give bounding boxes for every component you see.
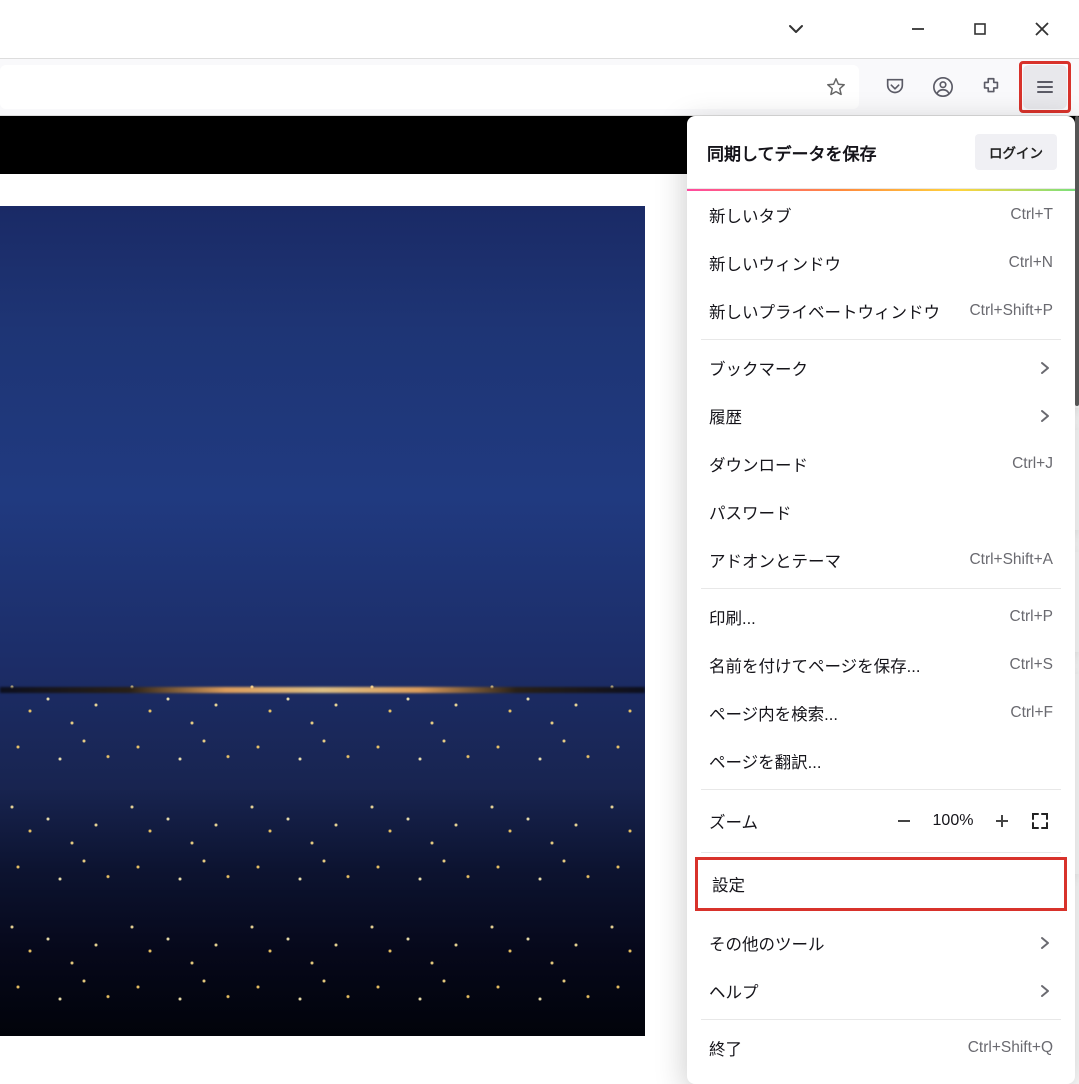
menu-shortcut: Ctrl+T — [1010, 206, 1053, 224]
menu-label: 終了 — [709, 1036, 742, 1060]
extensions-icon[interactable] — [969, 65, 1013, 109]
zoom-in-button[interactable] — [985, 804, 1019, 838]
account-icon[interactable] — [921, 65, 965, 109]
chevron-right-icon — [1037, 360, 1053, 376]
menu-label: パスワード — [709, 500, 792, 524]
menu-downloads[interactable]: ダウンロード Ctrl+J — [687, 440, 1075, 488]
menu-label: ヘルプ — [709, 979, 759, 1003]
menu-separator — [701, 852, 1061, 853]
app-menu-button[interactable] — [1023, 65, 1067, 109]
menu-label: その他のツール — [709, 931, 825, 955]
pocket-icon[interactable] — [873, 65, 917, 109]
menu-separator — [701, 339, 1061, 340]
tabs-dropdown-icon[interactable] — [765, 0, 827, 58]
menu-label: ダウンロード — [709, 452, 808, 476]
zoom-row: ズーム 100% — [687, 794, 1075, 848]
window-titlebar — [0, 0, 1079, 58]
sync-row[interactable]: 同期してデータを保存 ログイン — [687, 116, 1075, 189]
menu-label: 新しいウィンドウ — [709, 251, 841, 275]
sync-label: 同期してデータを保存 — [707, 140, 877, 165]
hamburger-highlight — [1019, 61, 1071, 113]
chevron-right-icon — [1037, 408, 1053, 424]
menu-history[interactable]: 履歴 — [687, 392, 1075, 440]
chevron-right-icon — [1037, 983, 1053, 999]
menu-shortcut: Ctrl+S — [1010, 656, 1054, 674]
menu-exit[interactable]: 終了 Ctrl+Shift+Q — [687, 1024, 1075, 1072]
menu-shortcut: Ctrl+Shift+Q — [968, 1039, 1053, 1057]
menu-label: 新しいプライベートウィンドウ — [709, 299, 940, 323]
menu-shortcut: Ctrl+J — [1012, 455, 1053, 473]
menu-new-private-window[interactable]: 新しいプライベートウィンドウ Ctrl+Shift+P — [687, 287, 1075, 335]
menu-shortcut: Ctrl+N — [1009, 254, 1053, 272]
menu-more-tools[interactable]: その他のツール — [687, 919, 1075, 967]
menu-shortcut: Ctrl+F — [1010, 704, 1053, 722]
app-menu: 同期してデータを保存 ログイン 新しいタブ Ctrl+T 新しいウィンドウ Ct… — [687, 116, 1075, 1084]
menu-shortcut: Ctrl+Shift+A — [969, 551, 1053, 569]
menu-separator — [701, 588, 1061, 589]
browser-toolbar — [0, 58, 1079, 116]
zoom-out-button[interactable] — [887, 804, 921, 838]
menu-label: 履歴 — [709, 404, 742, 428]
maximize-button[interactable] — [949, 0, 1011, 58]
menu-label: 印刷... — [709, 605, 756, 629]
menu-passwords[interactable]: パスワード — [687, 488, 1075, 536]
zoom-label: ズーム — [709, 809, 887, 833]
chevron-right-icon — [1037, 935, 1053, 951]
menu-label: ページを翻訳... — [709, 749, 821, 773]
menu-separator — [701, 1019, 1061, 1020]
menu-settings[interactable]: 設定 — [695, 857, 1067, 911]
zoom-value: 100% — [921, 812, 985, 830]
address-bar[interactable] — [0, 65, 859, 109]
bookmark-star-icon[interactable] — [825, 76, 847, 98]
menu-new-window[interactable]: 新しいウィンドウ Ctrl+N — [687, 239, 1075, 287]
close-button[interactable] — [1011, 0, 1073, 58]
menu-shortcut: Ctrl+Shift+P — [969, 302, 1053, 320]
menu-label: ページ内を検索... — [709, 701, 838, 725]
menu-separator — [701, 789, 1061, 790]
menu-translate[interactable]: ページを翻訳... — [687, 737, 1075, 785]
menu-label: 新しいタブ — [709, 203, 792, 227]
menu-scrollbar[interactable] — [1075, 116, 1079, 406]
menu-print[interactable]: 印刷... Ctrl+P — [687, 593, 1075, 641]
menu-label: 名前を付けてページを保存... — [709, 653, 920, 677]
fullscreen-button[interactable] — [1023, 804, 1057, 838]
menu-find[interactable]: ページ内を検索... Ctrl+F — [687, 689, 1075, 737]
menu-label: アドオンとテーマ — [709, 548, 841, 572]
menu-label: ブックマーク — [709, 356, 808, 380]
login-button[interactable]: ログイン — [975, 134, 1057, 170]
menu-label: 設定 — [712, 877, 745, 895]
minimize-button[interactable] — [887, 0, 949, 58]
menu-shortcut: Ctrl+P — [1010, 608, 1054, 626]
menu-save-page[interactable]: 名前を付けてページを保存... Ctrl+S — [687, 641, 1075, 689]
menu-bookmarks[interactable]: ブックマーク — [687, 344, 1075, 392]
menu-new-tab[interactable]: 新しいタブ Ctrl+T — [687, 191, 1075, 239]
menu-addons[interactable]: アドオンとテーマ Ctrl+Shift+A — [687, 536, 1075, 584]
menu-help[interactable]: ヘルプ — [687, 967, 1075, 1015]
hero-night-image — [0, 206, 645, 1036]
